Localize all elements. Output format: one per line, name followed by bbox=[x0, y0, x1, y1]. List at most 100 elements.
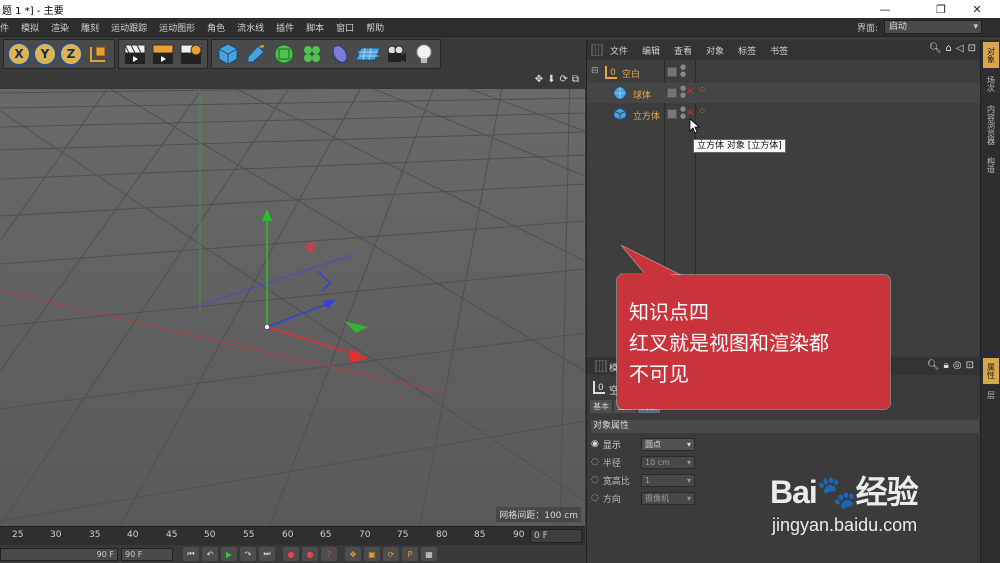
om-menu-edit[interactable]: 编辑 bbox=[635, 44, 667, 57]
lock-icon[interactable]: 🔒︎ bbox=[944, 360, 949, 371]
tab-structure[interactable]: 构造 bbox=[983, 152, 999, 178]
om-menu-tags[interactable]: 标签 bbox=[731, 44, 763, 57]
menu-plugins[interactable]: 插件 bbox=[270, 21, 300, 34]
menu-help[interactable]: 帮助 bbox=[360, 21, 390, 34]
key-rotation-button[interactable]: ⟳ bbox=[383, 547, 399, 561]
object-row-cube[interactable]: 立方体 ● ● × ⁘ bbox=[587, 104, 980, 124]
key-scale-button[interactable]: ▣ bbox=[364, 547, 380, 561]
cube-object-icon[interactable] bbox=[215, 41, 241, 67]
record-button[interactable]: ● bbox=[283, 547, 299, 561]
om-menu-bookmarks[interactable]: 书签 bbox=[763, 44, 795, 57]
object-row-null[interactable]: ⊟ 0 空白 ● ● bbox=[587, 62, 980, 82]
material-tag-icon[interactable]: ⁘ bbox=[698, 85, 706, 96]
display-select[interactable]: 圆点 bbox=[641, 437, 695, 451]
radio-icon[interactable]: ◌ bbox=[591, 475, 599, 485]
zoom-view-icon[interactable]: ⬇ bbox=[547, 74, 555, 85]
tab-attributes[interactable]: 属性 bbox=[983, 358, 999, 384]
layer-swatch[interactable] bbox=[667, 67, 677, 77]
keyframe-selection-button[interactable]: ? bbox=[321, 547, 337, 561]
panel-grip-icon[interactable] bbox=[595, 360, 607, 372]
subdivision-icon[interactable] bbox=[271, 41, 297, 67]
search-icon[interactable]: 🔍︎ bbox=[927, 360, 940, 371]
om-menu-object[interactable]: 对象 bbox=[699, 44, 731, 57]
toggle-view-icon[interactable]: ⧉ bbox=[572, 74, 579, 85]
x-axis-button[interactable]: X bbox=[7, 42, 31, 66]
render-view-icon[interactable] bbox=[122, 41, 148, 67]
panel-grip-icon[interactable] bbox=[591, 44, 603, 56]
cloner-icon[interactable] bbox=[299, 41, 325, 67]
menu-script[interactable]: 脚本 bbox=[300, 21, 330, 34]
menu-render[interactable]: 渲染 bbox=[45, 21, 75, 34]
render-picture-viewer-icon[interactable] bbox=[150, 41, 176, 67]
key-param-button[interactable]: P bbox=[402, 547, 418, 561]
rotate-view-icon[interactable]: ⟳ bbox=[559, 74, 567, 85]
radius-field[interactable]: 10 cm bbox=[641, 455, 695, 469]
menu-mograph[interactable]: 运动图形 bbox=[153, 21, 201, 34]
new-panel-icon[interactable]: ⊡ bbox=[968, 43, 976, 54]
coordinate-system-icon[interactable] bbox=[85, 41, 111, 67]
menu-character[interactable]: 角色 bbox=[201, 21, 231, 34]
camera-icon[interactable] bbox=[383, 41, 409, 67]
tab-layers[interactable]: 层 bbox=[983, 386, 999, 404]
layer-swatch[interactable] bbox=[667, 88, 677, 98]
om-menu-view[interactable]: 查看 bbox=[667, 44, 699, 57]
radio-icon[interactable]: ◉ bbox=[591, 439, 599, 449]
menu-file[interactable]: 件 bbox=[0, 21, 15, 34]
minimize-button[interactable]: — bbox=[862, 0, 908, 18]
object-row-sphere[interactable]: 球体 ● ● × ⁘ bbox=[587, 83, 980, 103]
go-to-end-button[interactable]: ⏭ bbox=[259, 547, 275, 561]
move-view-icon[interactable]: ✥ bbox=[535, 74, 543, 85]
object-name-null[interactable]: 空白 bbox=[622, 67, 640, 80]
object-name-sphere[interactable]: 球体 bbox=[633, 88, 651, 101]
back-icon[interactable]: ◁ bbox=[956, 43, 964, 54]
timeline-ruler[interactable]: 25 30 35 40 45 50 55 60 65 70 75 80 85 9… bbox=[0, 526, 585, 545]
menu-window[interactable]: 窗口 bbox=[330, 21, 360, 34]
search-icon[interactable]: 🔍︎ bbox=[929, 43, 942, 54]
material-tag-icon[interactable]: ⁘ bbox=[698, 106, 706, 117]
collapse-icon[interactable]: ⊟ bbox=[591, 66, 599, 76]
layout-select[interactable]: 启动 bbox=[884, 20, 982, 34]
new-panel-icon[interactable]: ⊡ bbox=[966, 360, 974, 371]
menu-motion-tracker[interactable]: 运动跟踪 bbox=[105, 21, 153, 34]
key-position-button[interactable]: ✥ bbox=[345, 547, 361, 561]
start-frame-field[interactable]: 90 F bbox=[0, 547, 118, 561]
close-button[interactable]: ✕ bbox=[954, 0, 1000, 18]
go-to-start-button[interactable]: ⏮ bbox=[183, 547, 199, 561]
deformer-icon[interactable] bbox=[327, 41, 353, 67]
radio-icon[interactable]: ◌ bbox=[591, 457, 599, 467]
key-pla-button[interactable]: ▦ bbox=[421, 547, 437, 561]
tab-content-browser[interactable]: 内容浏览器 bbox=[983, 100, 999, 150]
tab-takes[interactable]: 场次 bbox=[983, 70, 999, 98]
render-settings-icon[interactable] bbox=[178, 41, 204, 67]
autokey-button[interactable]: ● bbox=[302, 547, 318, 561]
play-button[interactable]: ▶ bbox=[221, 547, 237, 561]
perspective-viewport[interactable]: ✥ ⬇ ⟳ ⧉ 网格间距：100 cm bbox=[0, 71, 585, 526]
om-menu-file[interactable]: 文件 bbox=[603, 44, 635, 57]
end-frame-field[interactable]: 90 F bbox=[121, 547, 173, 561]
target-icon[interactable]: ◎ bbox=[953, 360, 962, 371]
visibility-dots-icon[interactable]: ● ● bbox=[680, 64, 686, 78]
menu-sculpt[interactable]: 雕刻 bbox=[75, 21, 105, 34]
y-axis-button[interactable]: Y bbox=[33, 42, 57, 66]
layout-switcher: 界面: 启动 bbox=[857, 20, 982, 34]
orientation-select[interactable]: 摄像机 bbox=[641, 491, 695, 505]
menu-pipeline[interactable]: 流水线 bbox=[231, 21, 270, 34]
object-name-cube[interactable]: 立方体 bbox=[633, 109, 660, 122]
next-key-button[interactable]: ↷ bbox=[240, 547, 256, 561]
floor-icon[interactable] bbox=[355, 41, 381, 67]
home-icon[interactable]: ⌂ bbox=[946, 43, 952, 54]
tab-basic[interactable]: 基本 bbox=[590, 400, 612, 413]
light-icon[interactable] bbox=[411, 41, 437, 67]
visibility-off-icon[interactable]: × bbox=[686, 107, 694, 118]
menu-simulate[interactable]: 模拟 bbox=[15, 21, 45, 34]
spline-pen-icon[interactable] bbox=[243, 41, 269, 67]
current-frame-field[interactable]: 0 F bbox=[530, 529, 582, 543]
visibility-off-icon[interactable]: × bbox=[686, 86, 694, 97]
aspect-ratio-field[interactable]: 1 bbox=[641, 473, 695, 487]
layer-swatch[interactable] bbox=[667, 109, 677, 119]
viewport-canvas bbox=[0, 71, 585, 526]
prev-key-button[interactable]: ↶ bbox=[202, 547, 218, 561]
z-axis-button[interactable]: Z bbox=[59, 42, 83, 66]
radio-icon[interactable]: ◌ bbox=[591, 493, 599, 503]
tab-objects[interactable]: 对象 bbox=[983, 42, 999, 68]
